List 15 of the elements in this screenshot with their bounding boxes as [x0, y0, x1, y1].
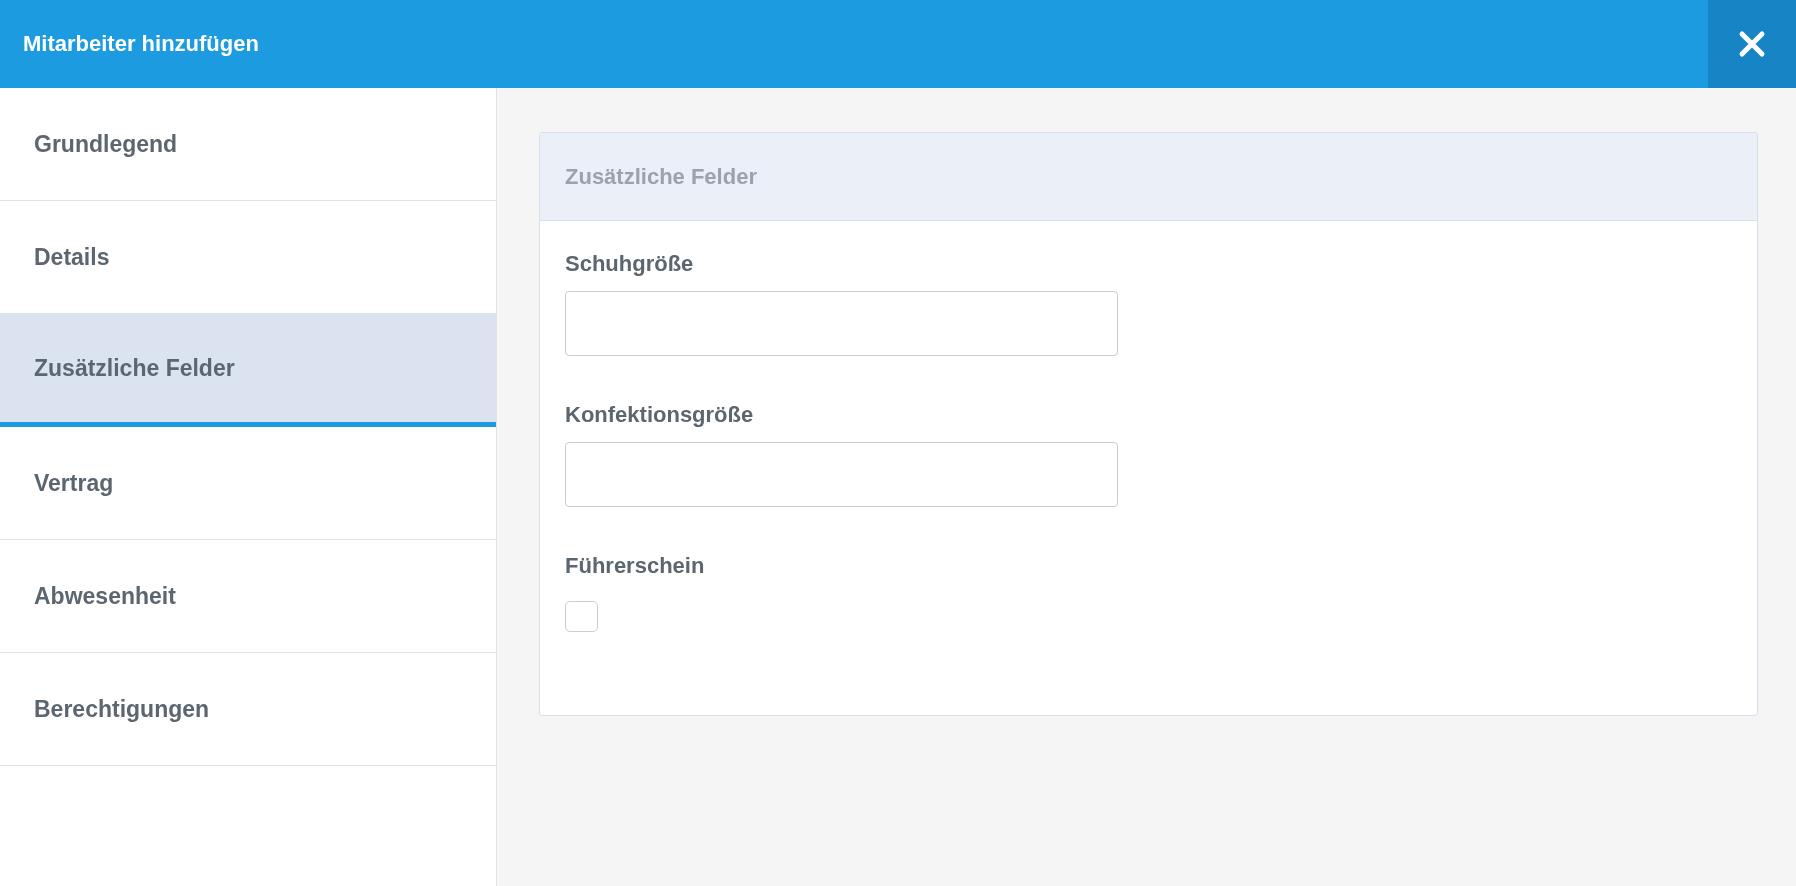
- close-icon: [1738, 30, 1766, 58]
- card-title: Zusätzliche Felder: [540, 133, 1757, 221]
- sidebar-item[interactable]: Zusätzliche Felder: [0, 314, 496, 427]
- close-button[interactable]: [1708, 0, 1796, 88]
- input-field[interactable]: [565, 291, 1118, 356]
- checkbox[interactable]: [565, 601, 598, 632]
- field-label: Konfektionsgröße: [565, 402, 754, 428]
- sidebar-item[interactable]: Grundlegend: [0, 88, 496, 201]
- field-label: Schuhgröße: [565, 251, 694, 277]
- sidebar-item[interactable]: Berechtigungen: [0, 653, 496, 766]
- window-title: Mitarbeiter hinzufügen: [22, 31, 259, 57]
- field-label: Führerschein: [565, 553, 705, 579]
- input-field[interactable]: [565, 442, 1118, 507]
- sidebar-item[interactable]: Abwesenheit: [0, 540, 496, 653]
- sidebar-item[interactable]: Vertrag: [0, 427, 496, 540]
